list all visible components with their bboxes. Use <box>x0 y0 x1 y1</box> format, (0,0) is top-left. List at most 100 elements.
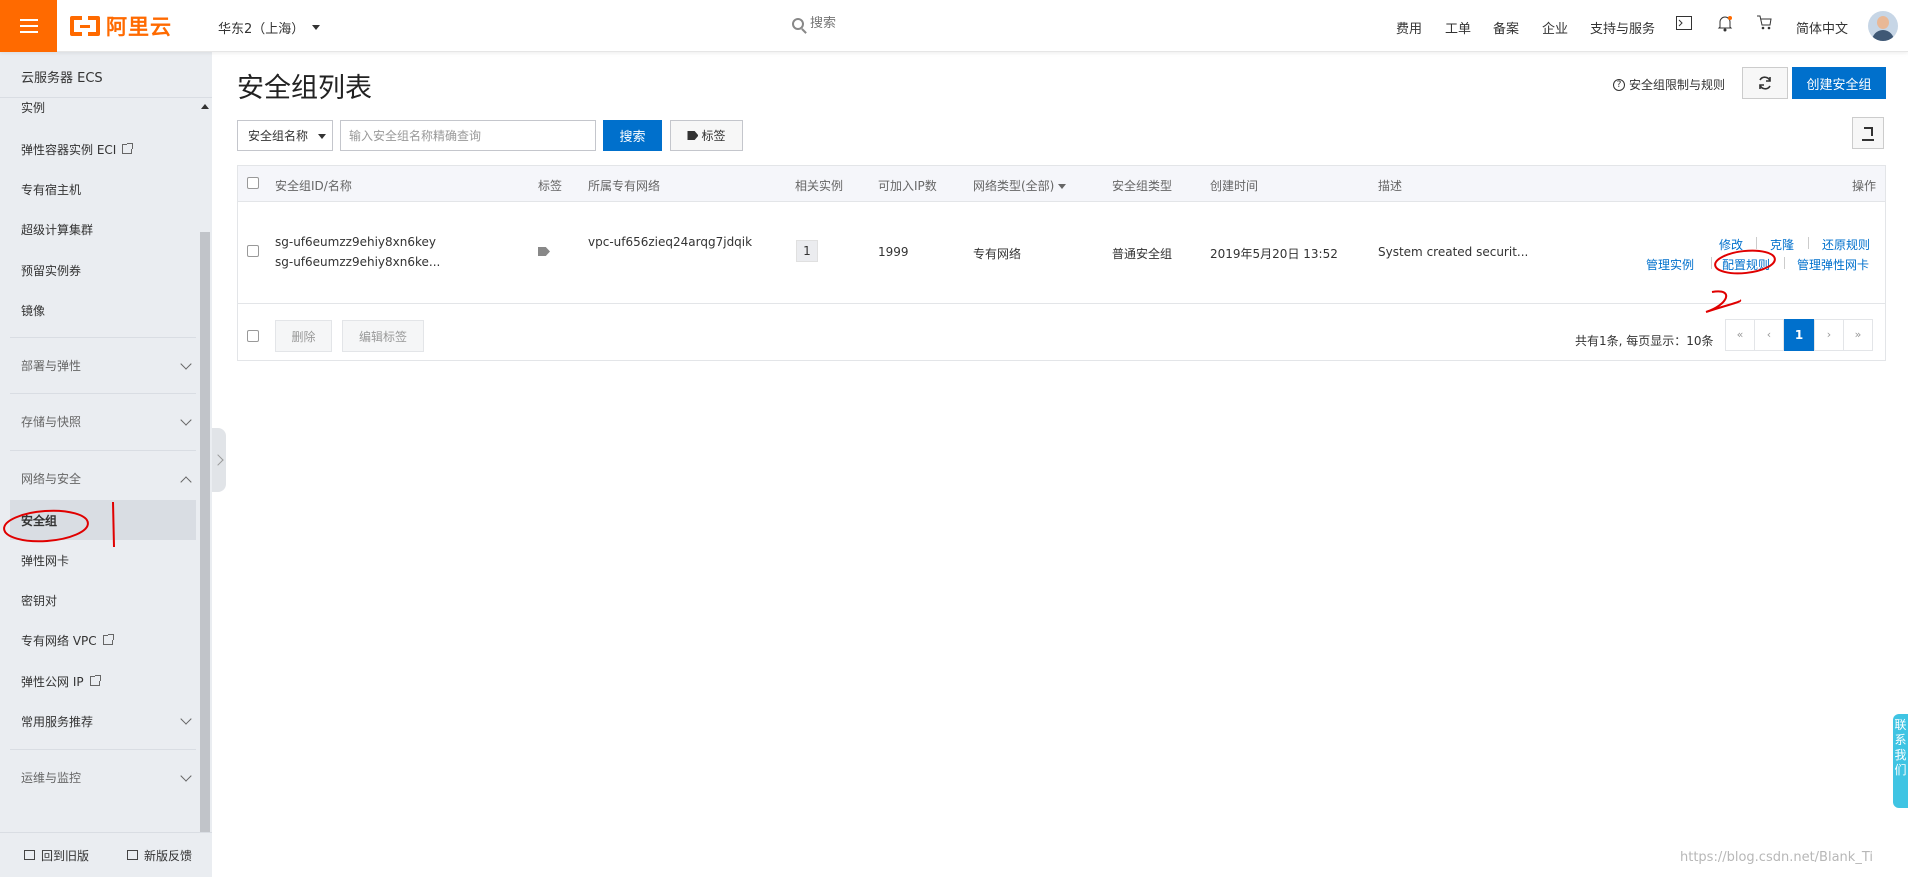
action-separator <box>1756 237 1757 249</box>
manage-instances-link[interactable]: 管理实例 <box>1646 256 1694 273</box>
sidebar-group-ops[interactable]: 运维与监控 <box>10 749 196 805</box>
configure-rules-link[interactable]: 配置规则 <box>1722 256 1770 273</box>
logo-text: 阿里云 <box>106 15 172 39</box>
sg-vpc[interactable]: vpc-uf656zieq24arqg7jdqik <box>588 235 752 249</box>
sg-ip-count: 1999 <box>878 245 909 259</box>
caret-down-icon <box>312 25 321 30</box>
pagination-summary: 共有1条, 每页显示：10条 <box>1575 334 1714 348</box>
chevron-up-icon <box>180 476 192 488</box>
language-selector[interactable]: 简体中文 <box>1796 18 1848 37</box>
top-bar: 阿里云 华东2（上海） 费用 工单 备案 企业 支持与服务 简体中文 <box>0 0 1908 52</box>
caret-down-icon <box>318 134 326 139</box>
table-header: 安全组ID/名称 标签 所属专有网络 相关实例 可加入IP数 网络类型(全部) … <box>238 166 1885 202</box>
security-group-query-input[interactable] <box>340 120 596 151</box>
chevron-down-icon <box>180 358 192 370</box>
modify-link[interactable]: 修改 <box>1719 236 1743 253</box>
sg-network-type: 专有网络 <box>973 247 1022 261</box>
sidebar-item-keypair[interactable]: 密钥对 <box>10 580 196 620</box>
related-instances-badge[interactable]: 1 <box>796 240 818 262</box>
col-actions: 操作 <box>1852 179 1877 193</box>
table-footer: 删除 编辑标签 共有1条, 每页显示：10条 « ‹ 1 › » <box>238 304 1885 361</box>
sidebar-item-common-services[interactable]: 常用服务推荐 <box>10 701 196 741</box>
sidebar-item-dedicated-host[interactable]: 专有宿主机 <box>10 169 196 209</box>
external-link-icon <box>89 675 101 686</box>
sg-name: sg-uf6eumzz9ehiy8xn6ke... <box>275 255 441 269</box>
action-separator <box>1784 257 1785 269</box>
sidebar-item-eni[interactable]: 弹性网卡 <box>10 540 196 580</box>
sidebar-item-super-cluster[interactable]: 超级计算集群 <box>10 209 196 249</box>
sidebar-item-eip[interactable]: 弹性公网 IP <box>10 661 196 701</box>
feedback-button[interactable]: 新版反馈 <box>127 847 192 864</box>
restore-rules-link[interactable]: 还原规则 <box>1822 236 1870 253</box>
first-page-button[interactable]: « <box>1725 319 1755 351</box>
manage-eni-link[interactable]: 管理弹性网卡 <box>1797 256 1869 273</box>
sidebar-group-network[interactable]: 网络与安全 <box>10 450 196 506</box>
footer-select-all-checkbox[interactable] <box>247 330 259 342</box>
sidebar-footer: 回到旧版 新版反馈 <box>0 832 212 877</box>
region-label: 华东2（上海） <box>218 22 305 37</box>
scroll-up-arrow-icon[interactable] <box>201 104 209 109</box>
page-1-button[interactable]: 1 <box>1784 319 1814 351</box>
prev-page-button[interactable]: ‹ <box>1754 319 1784 351</box>
nav-enterprise[interactable]: 企业 <box>1542 18 1568 37</box>
sg-description: System created securit... <box>1378 245 1529 259</box>
next-page-button[interactable]: › <box>1814 319 1844 351</box>
aliyun-logo-icon <box>70 16 100 36</box>
sidebar-item-reserved-instance[interactable]: 预留实例券 <box>10 250 196 290</box>
sidebar-item-vpc[interactable]: 专有网络 VPC <box>10 620 196 660</box>
nav-support[interactable]: 支持与服务 <box>1590 18 1655 37</box>
nav-filing[interactable]: 备案 <box>1493 18 1519 37</box>
sidebar-item-security-group[interactable]: 安全组 <box>10 500 196 540</box>
col-description: 描述 <box>1378 179 1403 193</box>
search-button[interactable]: 搜索 <box>603 120 662 151</box>
aliyun-logo[interactable]: 阿里云 <box>70 13 172 39</box>
cart-icon[interactable] <box>1754 15 1774 35</box>
old-version-icon <box>24 850 35 860</box>
tag-icon <box>687 131 699 140</box>
sidebar-item-images[interactable]: 镜像 <box>10 290 196 330</box>
help-icon: ? <box>1613 78 1625 91</box>
contact-us-tab[interactable]: 联系我们 <box>1893 714 1908 808</box>
terminal-icon[interactable] <box>1674 15 1694 35</box>
last-page-button[interactable]: » <box>1843 319 1873 351</box>
sidebar-group-deployment[interactable]: 部署与弹性 <box>10 337 196 393</box>
caret-down-icon <box>1058 184 1067 189</box>
action-separator <box>1808 237 1809 249</box>
sidebar-item-eci[interactable]: 弹性容器实例 ECI <box>10 129 196 169</box>
sidebar-scroll-thumb[interactable] <box>200 232 210 832</box>
delete-button[interactable]: 删除 <box>275 320 332 352</box>
clone-link[interactable]: 克隆 <box>1770 236 1794 253</box>
col-created: 创建时间 <box>1210 179 1259 193</box>
back-to-old-version-button[interactable]: 回到旧版 <box>24 847 89 864</box>
limits-and-rules-link[interactable]: ? 安全组限制与规则 <box>1613 76 1725 93</box>
bell-icon[interactable] <box>1715 15 1735 35</box>
col-tags: 标签 <box>538 179 563 193</box>
col-instances: 相关实例 <box>795 179 844 193</box>
tag-filter-button[interactable]: 标签 <box>670 120 743 151</box>
sidebar-group-storage[interactable]: 存储与快照 <box>10 393 196 449</box>
user-avatar[interactable] <box>1868 11 1898 41</box>
create-security-group-button[interactable]: 创建安全组 <box>1792 67 1886 99</box>
col-network-type-filter[interactable]: 网络类型(全部) <box>973 177 1067 194</box>
filter-field-select[interactable]: 安全组名称 <box>237 120 333 151</box>
security-group-table: 安全组ID/名称 标签 所属专有网络 相关实例 可加入IP数 网络类型(全部) … <box>237 165 1886 361</box>
sidebar-item-instances[interactable]: 实例 <box>10 87 196 127</box>
feedback-icon <box>127 850 139 860</box>
external-link-icon <box>102 634 114 645</box>
row-checkbox[interactable] <box>247 245 259 257</box>
sg-id[interactable]: sg-uf6eumzz9ehiy8xn6key <box>275 235 436 249</box>
nav-tickets[interactable]: 工单 <box>1445 18 1471 37</box>
tag-icon[interactable] <box>538 247 550 256</box>
region-selector[interactable]: 华东2（上海） <box>218 18 321 37</box>
watermark-text: https://blog.csdn.net/Blank_Ti <box>1680 850 1873 865</box>
sidebar-collapse-toggle[interactable] <box>212 428 226 492</box>
global-search[interactable] <box>792 16 1092 31</box>
hamburger-menu-icon[interactable] <box>0 0 57 52</box>
export-icon[interactable] <box>1852 117 1884 149</box>
select-all-checkbox[interactable] <box>247 177 259 189</box>
page-title: 安全组列表 <box>237 73 372 104</box>
edit-tags-button[interactable]: 编辑标签 <box>342 320 424 352</box>
refresh-button[interactable] <box>1742 67 1788 99</box>
nav-fees[interactable]: 费用 <box>1396 18 1422 37</box>
global-search-input[interactable] <box>810 16 1070 31</box>
